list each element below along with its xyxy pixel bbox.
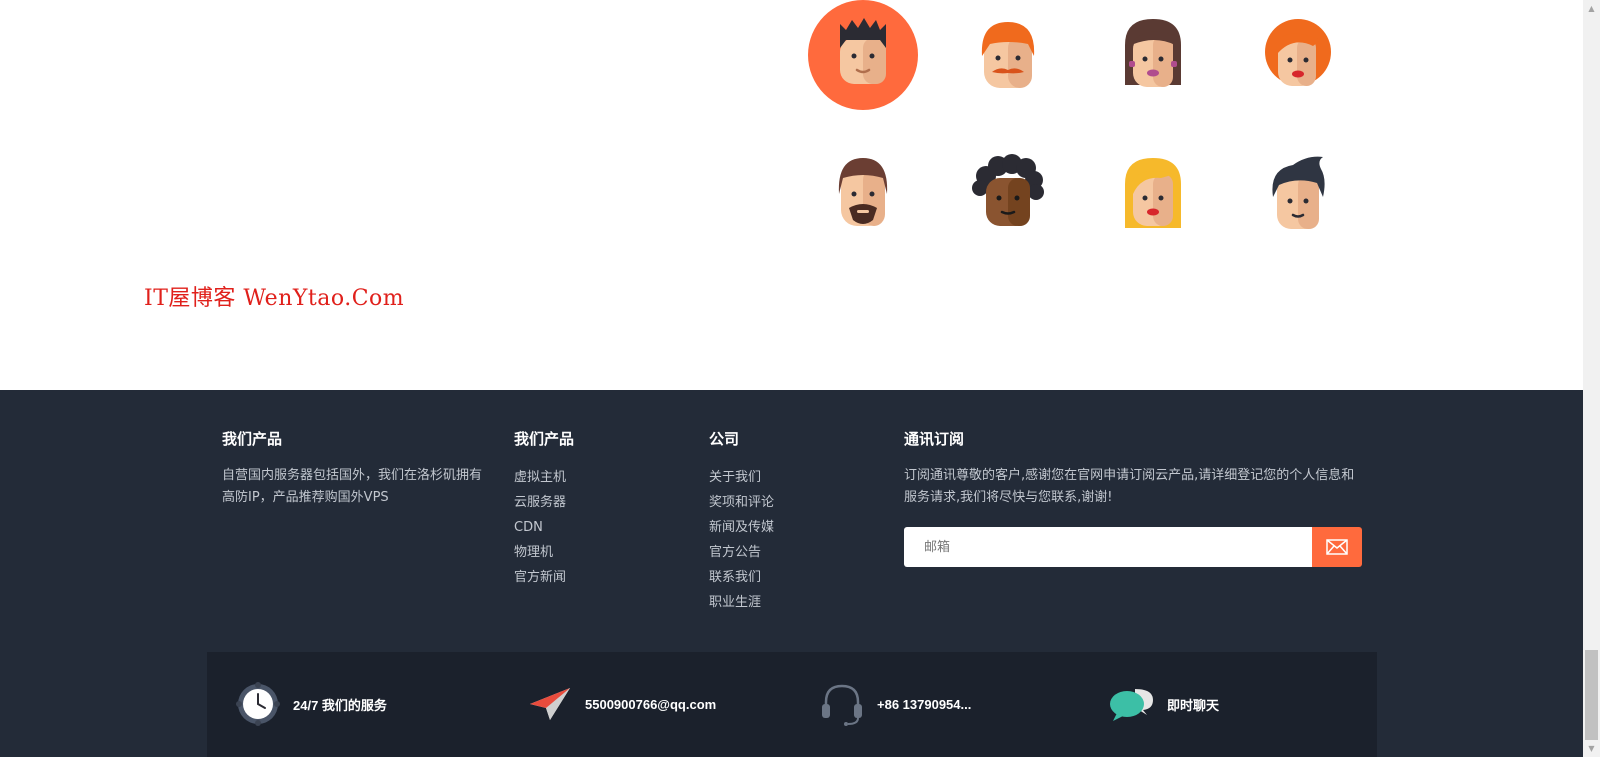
footer-col-company: 公司 关于我们 奖项和评论 新闻及传媒 官方公告 联系我们 职业生涯 (709, 428, 869, 615)
avatar-blonde-woman-icon[interactable] (1098, 138, 1208, 248)
avatar-brown-hair-woman-icon[interactable] (1098, 0, 1208, 110)
footer-intro-text: 自营国内服务器包括国外，我们在洛杉矶拥有高防IP，产品推荐购国外VPS (222, 468, 483, 505)
footer-link-awards[interactable]: 奖项和评论 (709, 490, 869, 515)
email-input[interactable] (904, 527, 1312, 567)
feature-label: 5500900766@qq.com (585, 696, 717, 712)
scroll-up-arrow-icon[interactable]: ▲ (1583, 0, 1600, 17)
feature-phone[interactable]: +86 13790954... (819, 682, 971, 726)
paper-plane-icon (527, 681, 573, 727)
footer-col-title: 公司 (709, 430, 740, 448)
scroll-down-arrow-icon[interactable]: ▼ (1583, 740, 1600, 757)
headset-icon (819, 681, 865, 727)
feature-service-hours[interactable]: 24/7 我们的服务 (235, 682, 387, 726)
envelope-icon (1326, 539, 1348, 555)
feature-label: +86 13790954... (877, 696, 972, 712)
avatar-quiff-man-icon[interactable] (1243, 138, 1353, 248)
footer-col-products-intro: 我们产品 自营国内服务器包括国外，我们在洛杉矶拥有高防IP，产品推荐购国外VPS (222, 428, 482, 509)
newsletter-form (904, 527, 1362, 567)
feature-label: 24/7 我们的服务 (293, 697, 387, 713)
contact-bar: 24/7 我们的服务 5500900766@qq.com +86 1379095… (207, 652, 1377, 757)
page: IT屋博客 WenYtao.Com 我们产品 自营国内服务器包括国外，我们在洛杉… (0, 0, 1583, 757)
watermark-text: IT屋博客 WenYtao.Com (144, 286, 405, 311)
footer-col-title: 我们产品 (222, 430, 283, 448)
scrollbar-thumb[interactable] (1585, 650, 1598, 740)
vertical-scrollbar[interactable]: ▲ ▼ (1583, 0, 1600, 757)
avatar-bearded-man-icon[interactable] (808, 138, 918, 248)
footer-link-careers[interactable]: 职业生涯 (709, 590, 869, 615)
avatar-red-hair-mustache-icon[interactable] (953, 0, 1063, 110)
footer-link-about-us[interactable]: 关于我们 (709, 465, 869, 490)
footer-link-contact-us[interactable]: 联系我们 (709, 565, 869, 590)
footer-col-newsletter: 通讯订阅 订阅通讯尊敬的客户,感谢您在官网申请订阅云产品,请详细登记您的个人信息… (904, 428, 1364, 509)
feature-email[interactable]: 5500900766@qq.com (527, 682, 716, 726)
feature-live-chat[interactable]: 即时聊天 (1109, 682, 1219, 726)
footer-link-cdn[interactable]: CDN (514, 515, 674, 540)
avatar-spiky-hair-man-icon[interactable] (808, 0, 918, 110)
avatar-grid (808, 0, 1408, 240)
footer-col-products: 我们产品 虚拟主机 云服务器 CDN 物理机 官方新闻 (514, 428, 674, 590)
newsletter-text: 订阅通讯尊敬的客户,感谢您在官网申请订阅云产品,请详细登记您的个人信息和服务请求… (904, 468, 1355, 505)
feature-label: 即时聊天 (1167, 697, 1220, 713)
footer-col-title: 我们产品 (514, 430, 575, 448)
footer-link-physical-server[interactable]: 物理机 (514, 540, 674, 565)
footer-link-cloud-server[interactable]: 云服务器 (514, 490, 674, 515)
footer-col-title: 通讯订阅 (904, 430, 965, 448)
chat-bubbles-icon (1109, 681, 1155, 727)
avatar-curly-hair-man-icon[interactable] (953, 138, 1063, 248)
footer-link-virtual-host[interactable]: 虚拟主机 (514, 465, 674, 490)
clock-icon (235, 681, 281, 727)
footer-link-press[interactable]: 新闻及传媒 (709, 515, 869, 540)
footer-link-announcements[interactable]: 官方公告 (709, 540, 869, 565)
subscribe-button[interactable] (1312, 527, 1362, 567)
footer: 我们产品 自营国内服务器包括国外，我们在洛杉矶拥有高防IP，产品推荐购国外VPS… (0, 390, 1583, 757)
avatar-red-hair-woman-icon[interactable] (1243, 0, 1353, 110)
footer-link-official-news[interactable]: 官方新闻 (514, 565, 674, 590)
